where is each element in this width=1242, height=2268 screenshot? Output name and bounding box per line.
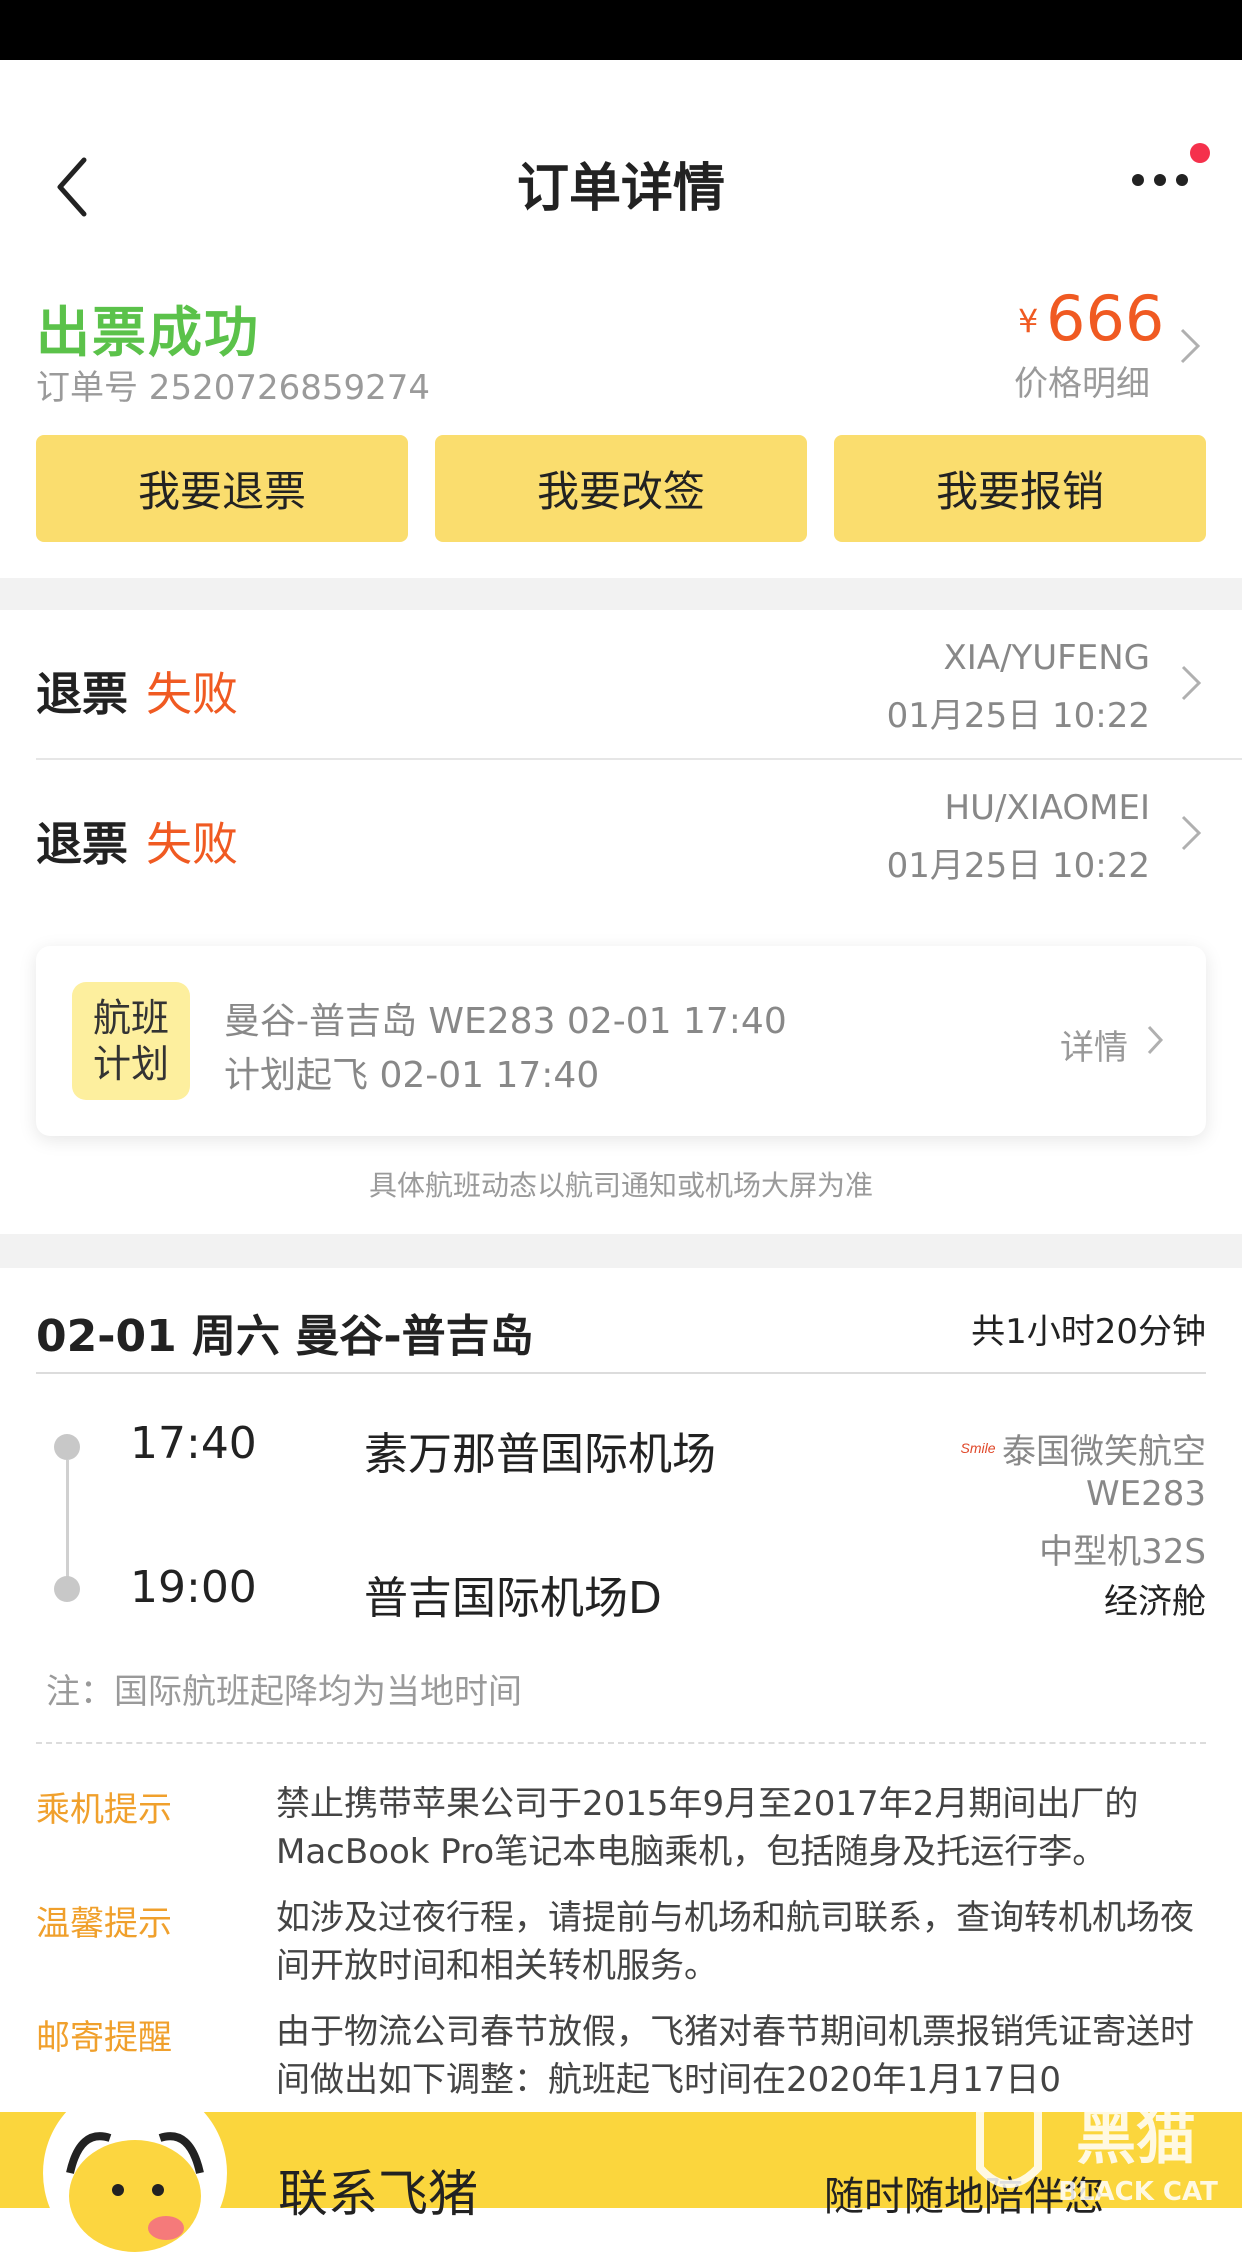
refund-label: 退票 [36,667,128,721]
refund-passenger: XIA/YUFENG [943,638,1150,678]
watermark-text: 黑猫 [1076,2103,1196,2173]
flight-plan-detail-link[interactable]: 详情 [1060,1020,1128,1069]
timeline-dot [54,1576,80,1602]
tip-label: 温馨提示 [36,1904,172,1944]
flight-number: WE283 [1086,1474,1206,1514]
section-gap [0,578,1242,610]
tip-label: 邮寄提醒 [36,2018,172,2058]
timeline-line [66,1460,69,1590]
contact-label: 联系飞猪 [278,2165,478,2223]
dashed-divider [36,1742,1206,1744]
chevron-right-icon[interactable] [1180,664,1202,702]
arrival-airport: 普吉国际机场D [364,1573,662,1624]
change-button[interactable]: 我要改签 [435,435,807,542]
tip-text: 如涉及过夜行程，请提前与机场和航司联系，查询转机机场夜间开放时间和相关转机服务。 [276,1898,1194,1986]
refund-status: 失败 [146,817,238,871]
aircraft-type: 中型机32S [1039,1532,1206,1572]
flight-plan-departure: 计划起飞 02-01 17:40 [224,1055,600,1096]
order-number: 订单号 2520726859274 [36,368,431,408]
more-icon[interactable] [1130,170,1190,190]
refund-passenger: HU/XIAOMEI [944,788,1151,828]
chevron-right-icon[interactable] [1180,814,1202,852]
price-detail-link[interactable]: 价格明细 [1014,356,1150,405]
airline-logo-icon: Smile [958,1426,998,1466]
tip-text: 禁止携带苹果公司于2015年9月至2017年2月期间出厂的MacBook Pro… [276,1784,1139,1872]
status-bar [0,0,1242,60]
local-time-note: 注：国际航班起降均为当地时间 [46,1672,522,1712]
trip-duration: 共1小时20分钟 [971,1312,1206,1352]
page-title: 订单详情 [516,159,725,219]
flight-plan-badge: 航班计划 [72,982,190,1100]
trip-header: 02-01 周六 曼谷-普吉岛 [36,1311,534,1362]
arrival-time: 19:00 [130,1562,257,1613]
refund-button[interactable]: 我要退票 [36,435,408,542]
refund-time: 01月25日 10:22 [886,846,1150,886]
divider [36,1372,1206,1374]
chevron-right-icon[interactable] [1178,326,1202,366]
flight-plan-badge-label: 航班计划 [92,996,169,1086]
timeline-dot [54,1434,80,1460]
price-currency: ¥ [1018,302,1039,340]
watermark-logo-icon: 黑猫 BLACK CAT [976,2096,1218,2207]
watermark-sub: BLACK CAT [1058,2177,1218,2207]
order-status: 出票成功 [36,301,260,364]
departure-airport: 素万那普国际机场 [364,1429,716,1480]
mascot-icon[interactable] [40,2078,230,2268]
reimburse-button[interactable]: 我要报销 [834,435,1206,542]
refund-status: 失败 [146,667,238,721]
refund-label: 退票 [36,817,128,871]
cabin-class: 经济舱 [1104,1582,1206,1622]
airline-name: 泰国微笑航空 [1002,1432,1206,1472]
flight-plan-route: 曼谷-普吉岛 WE283 02-01 17:40 [224,1001,787,1042]
departure-time: 17:40 [130,1418,257,1469]
refund-time: 01月25日 10:22 [886,696,1150,736]
section-gap [0,1234,1242,1268]
chevron-right-icon[interactable] [1146,1024,1164,1056]
airline-logo-text: Smile [960,1440,995,1456]
tip-label: 乘机提示 [36,1790,172,1830]
flight-status-note: 具体航班动态以航司通知或机场大屏为准 [368,1169,873,1202]
price-value[interactable]: 666 [1046,282,1164,355]
notification-dot [1190,143,1210,163]
